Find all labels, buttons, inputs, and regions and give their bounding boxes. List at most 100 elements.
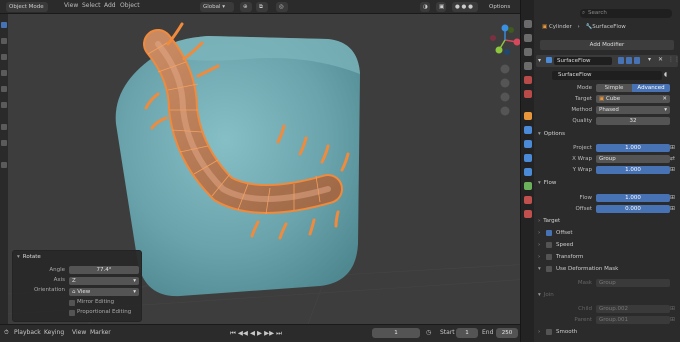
- shading-buttons[interactable]: ● ● ●: [452, 2, 478, 12]
- orientation-dropdown[interactable]: Global ▾: [200, 2, 234, 12]
- stopwatch-icon[interactable]: ◷: [426, 329, 431, 336]
- select-tool-icon[interactable]: [1, 22, 7, 28]
- target-field[interactable]: ▣ Cube ✕: [596, 95, 670, 103]
- data-tab-icon[interactable]: [524, 182, 532, 190]
- target-section-header[interactable]: › Target: [538, 218, 560, 224]
- mode-advanced-button[interactable]: Advanced: [632, 84, 670, 92]
- object-tab-icon[interactable]: [524, 112, 532, 120]
- pivot-icon[interactable]: ⊕: [240, 2, 252, 12]
- menu-playback[interactable]: Playback: [14, 329, 41, 336]
- proportional-icon[interactable]: ◎: [276, 2, 288, 12]
- quality-field[interactable]: 32: [596, 117, 670, 125]
- keyframe-icon[interactable]: ⊞: [670, 194, 676, 202]
- move-tool-icon[interactable]: [1, 54, 7, 60]
- keyframe-icon[interactable]: ⊞: [670, 305, 676, 313]
- texture-tab-icon[interactable]: [524, 210, 532, 218]
- render-toggle-icon[interactable]: [634, 57, 640, 64]
- orientation-field[interactable]: ⌂ View ▾: [69, 288, 139, 296]
- keyframe-icon[interactable]: ⊞: [670, 316, 676, 324]
- collapse-chevron[interactable]: ▾: [538, 57, 541, 64]
- mode-dropdown[interactable]: Object Mode ▾: [6, 2, 48, 20]
- close-icon[interactable]: ✕: [658, 56, 663, 63]
- keyframe-icon[interactable]: ⊞: [670, 144, 676, 152]
- smooth-section-row[interactable]: › Smooth: [534, 327, 680, 337]
- modifier-tab-icon[interactable]: [524, 126, 532, 134]
- physics-tab-icon[interactable]: [524, 154, 532, 162]
- menu-select[interactable]: Select: [82, 2, 101, 9]
- viewport-toggle-icon[interactable]: [626, 57, 632, 64]
- annotate-tool-icon[interactable]: [1, 124, 7, 130]
- offset-section-row[interactable]: › Offset: [534, 228, 680, 238]
- keyframe-icon[interactable]: ⊞: [670, 205, 676, 213]
- end-frame-field[interactable]: 250: [496, 328, 518, 338]
- scale-tool-icon[interactable]: [1, 86, 7, 92]
- xwrap-field[interactable]: Group: [596, 155, 670, 163]
- transform-checkbox[interactable]: [546, 254, 552, 260]
- timeline-header: ⏱ Playback Keying View Marker ⏮ ◀◀ ◀ ▶ ▶…: [0, 324, 530, 342]
- particles-tab-icon[interactable]: [524, 140, 532, 148]
- output-tab-icon[interactable]: [524, 48, 532, 56]
- rotate-tool-icon[interactable]: [1, 70, 7, 76]
- options-section-header[interactable]: ▾ Options: [538, 131, 565, 137]
- project-field[interactable]: 1.000: [596, 144, 670, 152]
- flow-section-header[interactable]: ▾ Flow: [538, 180, 556, 186]
- project-label: Project: [573, 145, 592, 151]
- proportional-checkbox[interactable]: [69, 310, 75, 316]
- join-section-header[interactable]: ▾ Join: [538, 292, 554, 298]
- overlay-icon[interactable]: ◑: [420, 2, 430, 12]
- cursor-tool-icon[interactable]: [1, 38, 7, 44]
- add-modifier-button[interactable]: Add Modifier: [540, 40, 674, 50]
- properties-search-input[interactable]: ⌕ Search: [580, 9, 672, 18]
- menu-object[interactable]: Object: [120, 2, 140, 9]
- operator-panel-title[interactable]: ▾ Rotate: [17, 253, 41, 262]
- deformation-mask-row[interactable]: ▾ Use Deformation Mask: [534, 264, 680, 274]
- playback-controls[interactable]: ⏮ ◀◀ ◀ ▶ ▶▶ ⏭: [230, 329, 282, 338]
- child-field[interactable]: Group.002: [596, 305, 670, 313]
- speed-checkbox[interactable]: [546, 242, 552, 248]
- offset-field[interactable]: 0.000: [596, 205, 670, 213]
- dropdown-chevron-icon[interactable]: ▾: [648, 56, 651, 63]
- add-cube-tool-icon[interactable]: [1, 162, 7, 168]
- transform-section-row[interactable]: › Transform: [534, 252, 680, 262]
- current-frame-field[interactable]: 1: [372, 328, 420, 338]
- surfaceflow-name-field[interactable]: SurfaceFlow: [552, 71, 662, 80]
- drag-handle-icon[interactable]: ⋮⋮: [668, 56, 680, 63]
- editmode-toggle-icon[interactable]: [618, 57, 624, 64]
- swap-icon[interactable]: ⇄: [670, 155, 676, 163]
- constraints-tab-icon[interactable]: [524, 168, 532, 176]
- offset-checkbox[interactable]: [546, 230, 552, 236]
- menu-keying[interactable]: Keying: [44, 329, 64, 336]
- mode-simple-button[interactable]: Simple: [596, 84, 632, 92]
- material-tab-icon[interactable]: [524, 196, 532, 204]
- method-dropdown[interactable]: Phased ▾: [596, 106, 670, 114]
- speed-section-row[interactable]: › Speed: [534, 240, 680, 250]
- view-layer-tab-icon[interactable]: [524, 62, 532, 70]
- measure-tool-icon[interactable]: [1, 140, 7, 146]
- mask-field[interactable]: Group: [596, 279, 670, 287]
- menu-view[interactable]: View: [64, 2, 78, 9]
- scene-tab-icon[interactable]: [524, 76, 532, 84]
- angle-field[interactable]: 77.4°: [69, 266, 139, 274]
- start-frame-field[interactable]: 1: [456, 328, 478, 338]
- snap-icon[interactable]: ⧉: [256, 2, 268, 12]
- keyframe-icon[interactable]: ⊞: [670, 166, 676, 174]
- shield-icon[interactable]: ◖: [664, 71, 667, 78]
- options-dropdown[interactable]: Options ▾: [486, 2, 516, 20]
- menu-marker[interactable]: Marker: [90, 329, 111, 336]
- timeline-editor-icon[interactable]: ⏱: [4, 329, 9, 337]
- parent-field[interactable]: Group.001: [596, 316, 670, 324]
- axis-dropdown[interactable]: Z ▾: [69, 277, 139, 285]
- world-tab-icon[interactable]: [524, 90, 532, 98]
- modifier-name-field[interactable]: SurfaceFlow: [554, 57, 612, 65]
- transform-tool-icon[interactable]: [1, 102, 7, 108]
- deformation-mask-checkbox[interactable]: [546, 266, 552, 272]
- mirror-checkbox[interactable]: [69, 300, 75, 306]
- menu-add[interactable]: Add: [104, 2, 116, 9]
- xray-icon[interactable]: ▣: [436, 2, 446, 12]
- menu-timeline-view[interactable]: View: [72, 329, 86, 336]
- smooth-checkbox[interactable]: [546, 329, 552, 335]
- render-tab-icon[interactable]: [524, 34, 532, 42]
- ywrap-field[interactable]: 1.000: [596, 166, 670, 174]
- tool-tab-icon[interactable]: [524, 20, 532, 28]
- flow-field[interactable]: 1.000: [596, 194, 670, 202]
